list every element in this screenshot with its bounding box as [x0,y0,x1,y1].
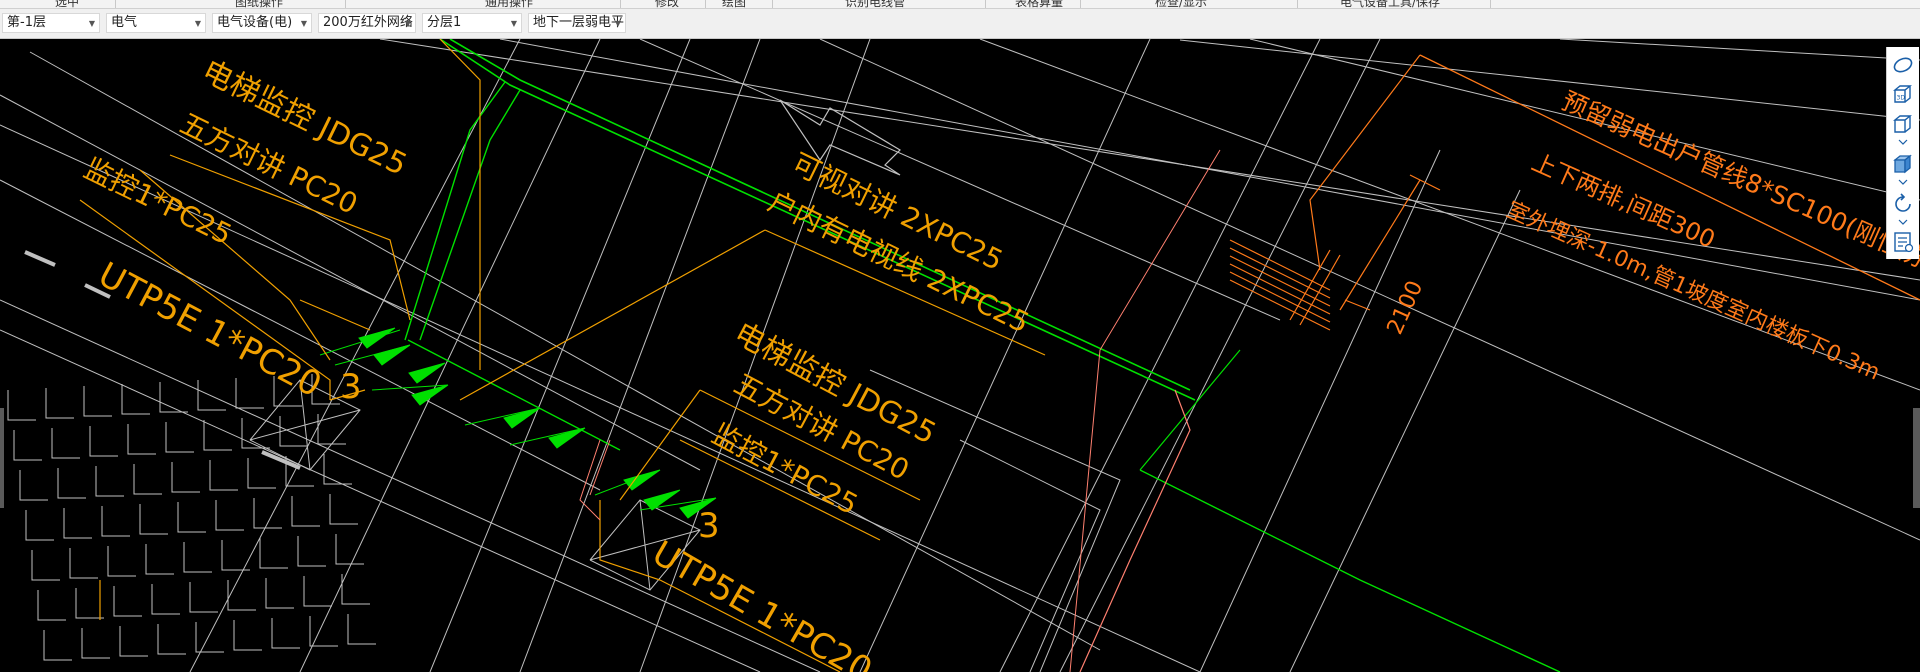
menu-item-modify[interactable]: 修改 [655,0,679,8]
component-select-value: 200万红外网络 [323,15,413,30]
component-select[interactable]: 200万红外网络 ▼ [318,13,416,33]
rotate-icon[interactable] [1890,191,1916,217]
menu-divider [772,0,773,8]
menu-strip: 选中 图纸操作 通用操作 修改 绘图 识别电线管 表格算量 检查/显示 电气设备… [0,0,1920,9]
menu-item-table[interactable]: 表格算量 [1015,0,1063,8]
floor-select[interactable]: 第-1层 ▼ [2,13,100,33]
chevron-down-icon: ▼ [194,19,201,28]
chevron-down-icon: ▼ [404,19,411,28]
view-toolbar: 3D [1886,47,1919,259]
category-select-value: 电气设备(电) [217,15,293,30]
menu-item-general-ops[interactable]: 通用操作 [485,0,533,8]
menu-item-select[interactable]: 选中 [55,0,79,8]
svg-text:3D: 3D [1897,95,1906,102]
layer-view-icon[interactable] [1890,51,1916,77]
menu-item-check[interactable]: 检查/显示 [1155,0,1207,8]
menu-divider [115,0,116,8]
chevron-down-icon: ▼ [88,19,95,28]
3d-view-icon[interactable]: 3D [1890,81,1916,107]
menu-divider [1080,0,1081,8]
cad-label-count-1: 3 [340,367,362,407]
menu-item-tools[interactable]: 电气设备工具/保存 [1340,0,1440,8]
floor-select-value: 第-1层 [7,15,46,30]
solid-box-icon[interactable] [1890,151,1916,177]
right-panel-handle[interactable] [1913,408,1920,508]
property-toolbar: 第-1层 ▼ 电气 ▼ 电气设备(电) ▼ 200万红外网络 ▼ 分层1 ▼ 地… [0,9,1920,39]
chevron-down-icon[interactable] [1898,219,1908,225]
menu-divider [1297,0,1298,8]
chevron-down-icon[interactable] [1898,179,1908,185]
menu-divider [985,0,986,8]
chevron-down-icon: ▼ [614,19,621,28]
box-view-icon[interactable] [1890,111,1916,137]
properties-icon[interactable] [1890,229,1916,255]
menu-item-draw[interactable]: 绘图 [722,0,746,8]
left-panel-handle[interactable] [0,408,4,508]
menu-divider [620,0,621,8]
layer-select[interactable]: 分层1 ▼ [422,13,522,33]
discipline-select-value: 电气 [111,15,138,30]
drawing-select[interactable]: 地下一层弱电平 ▼ [528,13,626,33]
discipline-select[interactable]: 电气 ▼ [106,13,206,33]
cad-drawing-canvas[interactable]: 电梯监控 JDG25 五方对讲 PC20 监控1*PC25 UTP5E 1*PC… [0,39,1920,672]
menu-item-drawing-ops[interactable]: 图纸操作 [235,0,283,8]
menu-item-recognize[interactable]: 识别电线管 [845,0,905,8]
chevron-down-icon: ▼ [300,19,307,28]
chevron-down-icon: ▼ [510,19,517,28]
cad-label-count-2: 3 [698,506,720,546]
chevron-down-icon[interactable] [1898,139,1908,145]
drawing-select-value: 地下一层弱电平 [533,15,625,30]
menu-divider [345,0,346,8]
menu-divider [1490,0,1491,8]
layer-select-value: 分层1 [427,15,462,30]
category-select[interactable]: 电气设备(电) ▼ [212,13,312,33]
menu-divider [705,0,706,8]
